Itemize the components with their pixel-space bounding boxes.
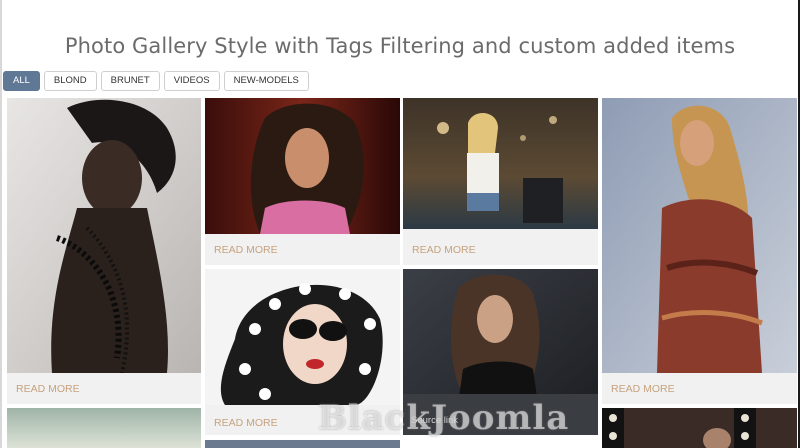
gallery-photo[interactable] bbox=[205, 440, 400, 448]
gallery-photo[interactable] bbox=[403, 98, 598, 229]
gallery-item[interactable]: Source link bbox=[403, 269, 598, 435]
gallery-item[interactable]: READ MORE bbox=[602, 98, 797, 404]
filter-brunet-button[interactable]: BRUNET bbox=[100, 71, 160, 91]
gallery-photo[interactable] bbox=[7, 408, 201, 448]
gallery-photo[interactable] bbox=[602, 98, 797, 373]
gallery-photo[interactable] bbox=[602, 408, 797, 448]
gallery-item[interactable] bbox=[7, 408, 201, 448]
read-more-link[interactable]: READ MORE bbox=[214, 417, 278, 429]
gallery-item[interactable]: READ MORE bbox=[205, 98, 400, 265]
read-more-link[interactable]: READ MORE bbox=[214, 244, 278, 256]
filter-videos-button[interactable]: VIDEOS bbox=[163, 71, 220, 91]
gallery-item[interactable]: READ MORE bbox=[403, 98, 598, 265]
page-title: Photo Gallery Style with Tags Filtering … bbox=[64, 34, 736, 59]
left-frame-edge bbox=[0, 0, 2, 448]
source-link[interactable]: Source link bbox=[411, 415, 458, 426]
filter-blond-button[interactable]: BLOND bbox=[43, 71, 97, 91]
read-more-link[interactable]: READ MORE bbox=[611, 383, 675, 395]
gallery-photo[interactable] bbox=[403, 269, 598, 435]
gallery-item[interactable]: READ MORE bbox=[205, 269, 400, 435]
tag-filter-bar: ALL BLOND BRUNET VIDEOS NEW-MODELS bbox=[3, 71, 309, 91]
filter-new-models-button[interactable]: NEW-MODELS bbox=[223, 71, 309, 91]
gallery-item[interactable] bbox=[602, 408, 797, 448]
gallery-photo[interactable] bbox=[205, 98, 400, 234]
read-more-link[interactable]: READ MORE bbox=[16, 383, 80, 395]
gallery-item[interactable] bbox=[205, 440, 400, 448]
read-more-link[interactable]: READ MORE bbox=[412, 244, 476, 256]
gallery-photo[interactable] bbox=[205, 269, 400, 405]
gallery-item[interactable]: READ MORE bbox=[7, 98, 201, 404]
gallery-photo[interactable] bbox=[7, 98, 201, 373]
filter-all-button[interactable]: ALL bbox=[3, 71, 40, 91]
